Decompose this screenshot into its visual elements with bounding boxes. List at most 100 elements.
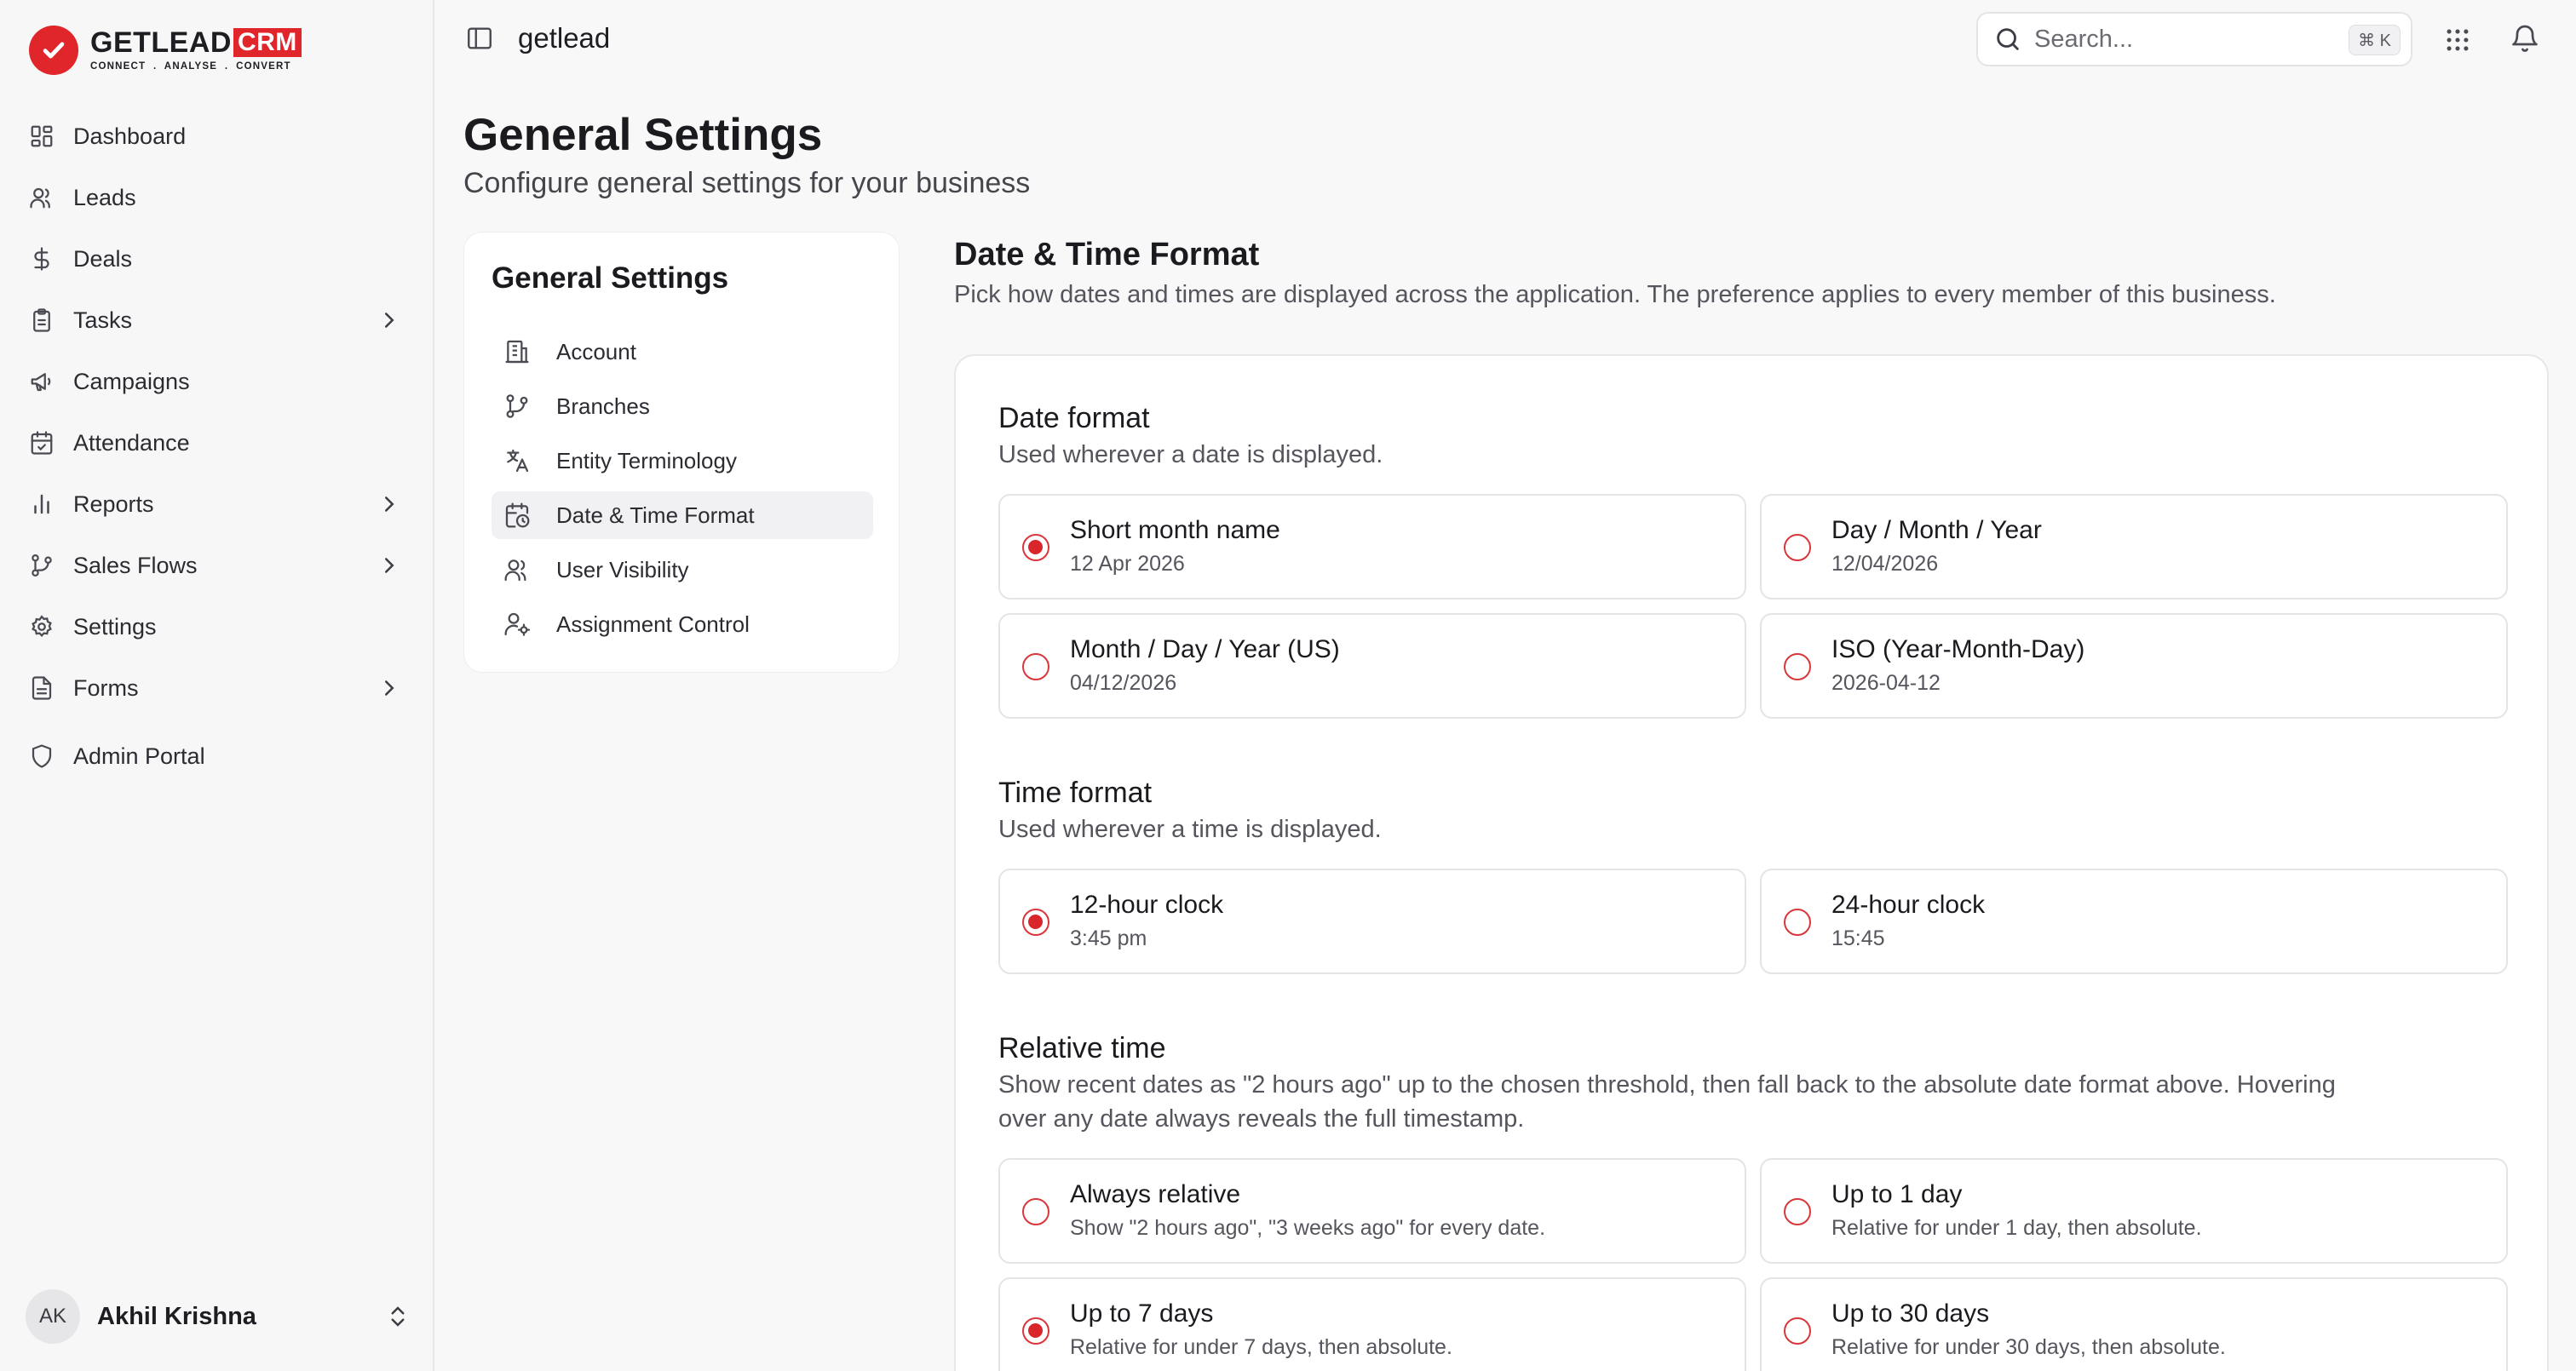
sidebar-item-deals[interactable]: Deals	[20, 233, 412, 284]
chevrons-up-down-icon	[385, 1304, 411, 1329]
users-icon	[503, 556, 531, 583]
sidebar-item-label: Deals	[73, 245, 133, 272]
clipboard-icon	[29, 307, 55, 333]
brand-tagline: CONNECT . ANALYSE . CONVERT	[90, 61, 291, 72]
time-format-option[interactable]: 12-hour clock 3:45 pm	[998, 869, 1746, 974]
sidebar-item-settings[interactable]: Settings	[20, 601, 412, 652]
settings-nav-card: General Settings Account Branches Entity…	[463, 232, 900, 673]
shield-icon	[29, 743, 55, 769]
radio-selected[interactable]	[1022, 909, 1049, 936]
file-text-icon	[29, 675, 55, 701]
option-example: 3:45 pm	[1070, 926, 1147, 950]
option-label: Always relative	[1070, 1180, 1241, 1208]
settings-nav-title: General Settings	[492, 261, 729, 295]
settings-item-branches[interactable]: Branches	[492, 382, 873, 430]
brand-badge: CRM	[233, 28, 302, 58]
time-format-title: Time format	[998, 777, 1153, 809]
relative-time-option[interactable]: Always relative Show "2 hours ago", "3 w…	[998, 1158, 1746, 1264]
option-label: Up to 1 day	[1831, 1180, 1963, 1208]
brand-logo[interactable]: GETLEAD CRM CONNECT . ANALYSE . CONVERT	[29, 26, 302, 75]
building-icon	[503, 338, 531, 365]
sidebar-toggle-icon[interactable]	[465, 24, 494, 53]
option-example: 04/12/2026	[1070, 671, 1177, 695]
option-label: Up to 7 days	[1070, 1299, 1214, 1328]
settings-item-assignment-control[interactable]: Assignment Control	[492, 600, 873, 648]
radio-selected[interactable]	[1022, 1317, 1049, 1345]
users-icon	[29, 185, 55, 210]
option-label: Day / Month / Year	[1831, 516, 2042, 544]
sidebar-item-dashboard[interactable]: Dashboard	[20, 111, 412, 162]
chevron-right-icon	[377, 553, 402, 578]
sidebar-item-admin-portal[interactable]: Admin Portal	[20, 731, 412, 782]
settings-item-user-visibility[interactable]: User Visibility	[492, 546, 873, 594]
radio-unselected[interactable]	[1022, 1198, 1049, 1225]
dollar-icon	[29, 246, 55, 272]
sidebar-item-reports[interactable]: Reports	[20, 479, 412, 530]
settings-item-entity-terminology[interactable]: Entity Terminology	[492, 437, 873, 485]
page-title: General Settings	[463, 110, 823, 160]
option-label: Month / Day / Year (US)	[1070, 635, 1340, 663]
dashboard-icon	[29, 123, 55, 149]
date-format-option[interactable]: Day / Month / Year 12/04/2026	[1760, 494, 2508, 599]
sidebar-item-label: Admin Portal	[73, 743, 205, 769]
option-example: Relative for under 30 days, then absolut…	[1831, 1335, 2226, 1359]
gear-icon	[29, 614, 55, 640]
radio-selected[interactable]	[1022, 534, 1049, 561]
settings-item-label: Date & Time Format	[556, 502, 755, 528]
user-name: Akhil Krishna	[97, 1302, 256, 1330]
workspace-name: getlead	[518, 22, 611, 54]
sidebar-item-forms[interactable]: Forms	[20, 663, 412, 714]
user-menu[interactable]: AK Akhil Krishna	[26, 1289, 411, 1344]
radio-unselected[interactable]	[1784, 1198, 1811, 1225]
option-example: Show "2 hours ago", "3 weeks ago" for ev…	[1070, 1216, 1546, 1240]
date-format-option[interactable]: Month / Day / Year (US) 04/12/2026	[998, 613, 1746, 719]
option-example: 2026-04-12	[1831, 671, 1941, 695]
sidebar-item-label: Attendance	[73, 429, 190, 456]
sidebar-item-sales-flows[interactable]: Sales Flows	[20, 540, 412, 591]
radio-unselected[interactable]	[1784, 909, 1811, 936]
checkmark-logo-icon	[29, 26, 78, 75]
bell-icon[interactable]	[2510, 24, 2540, 54]
chevron-right-icon	[377, 307, 402, 333]
radio-unselected[interactable]	[1784, 653, 1811, 680]
bar-chart-icon	[29, 491, 55, 517]
sidebar: GETLEAD CRM CONNECT . ANALYSE . CONVERT D…	[0, 0, 434, 1371]
calendar-clock-icon	[503, 502, 531, 529]
sidebar-item-label: Tasks	[73, 307, 133, 333]
relative-time-option[interactable]: Up to 7 days Relative for under 7 days, …	[998, 1277, 1746, 1371]
option-example: Relative for under 1 day, then absolute.	[1831, 1216, 2202, 1240]
relative-time-title: Relative time	[998, 1032, 1166, 1064]
option-example: 15:45	[1831, 926, 1885, 950]
avatar: AK	[26, 1289, 80, 1344]
sidebar-item-label: Sales Flows	[73, 552, 198, 578]
sidebar-item-label: Reports	[73, 490, 154, 517]
grid-apps-icon[interactable]	[2443, 26, 2472, 54]
sidebar-item-attendance[interactable]: Attendance	[20, 417, 412, 468]
radio-unselected[interactable]	[1022, 653, 1049, 680]
translate-icon	[503, 447, 531, 474]
chevron-right-icon	[377, 491, 402, 517]
settings-item-account[interactable]: Account	[492, 328, 873, 376]
search-box[interactable]: ⌘ K	[1976, 12, 2412, 66]
date-format-option[interactable]: ISO (Year-Month-Day) 2026-04-12	[1760, 613, 2508, 719]
search-input[interactable]	[2034, 25, 2341, 54]
relative-time-option[interactable]: Up to 1 day Relative for under 1 day, th…	[1760, 1158, 2508, 1264]
sidebar-item-tasks[interactable]: Tasks	[20, 295, 412, 346]
sidebar-item-label: Settings	[73, 613, 157, 640]
sidebar-item-campaigns[interactable]: Campaigns	[20, 356, 412, 407]
settings-item-label: Entity Terminology	[556, 447, 737, 473]
option-example: 12/04/2026	[1831, 552, 1939, 576]
time-format-option[interactable]: 24-hour clock 15:45	[1760, 869, 2508, 974]
sidebar-item-leads[interactable]: Leads	[20, 172, 412, 223]
settings-item-date-time-format[interactable]: Date & Time Format	[492, 491, 873, 539]
radio-unselected[interactable]	[1784, 534, 1811, 561]
option-label: Short month name	[1070, 516, 1280, 544]
radio-unselected[interactable]	[1784, 1317, 1811, 1345]
sidebar-item-label: Dashboard	[73, 123, 187, 149]
time-format-description: Used wherever a time is displayed.	[998, 816, 1382, 843]
date-format-option[interactable]: Short month name 12 Apr 2026	[998, 494, 1746, 599]
settings-item-label: Branches	[556, 393, 650, 419]
option-label: 24-hour clock	[1831, 891, 1986, 919]
relative-time-description-line1: Show recent dates as "2 hours ago" up to…	[998, 1071, 2336, 1099]
relative-time-option[interactable]: Up to 30 days Relative for under 30 days…	[1760, 1277, 2508, 1371]
